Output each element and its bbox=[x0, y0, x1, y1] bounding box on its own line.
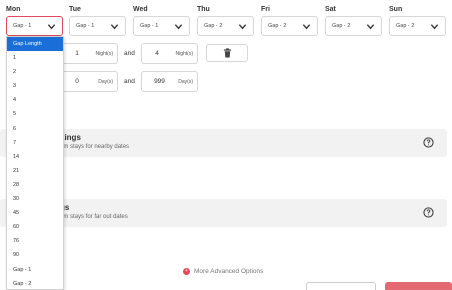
section-subtitle: em stays for nearby dates bbox=[60, 144, 130, 150]
day-label-thu: Thu bbox=[197, 6, 210, 13]
dropdown-option[interactable]: 3 bbox=[7, 79, 63, 93]
dropdown-option[interactable]: Gap - 1 bbox=[7, 263, 63, 277]
dropdown-option[interactable]: 7 bbox=[7, 136, 63, 150]
chevron-down-icon bbox=[174, 24, 183, 30]
chevron-down-icon bbox=[302, 24, 311, 30]
dropdown-option[interactable]: Gap - 2 bbox=[7, 277, 63, 290]
max-days-unit: Day(s) bbox=[178, 79, 193, 85]
max-nights-value: 4 bbox=[155, 50, 159, 57]
dropdown-option[interactable]: 90 bbox=[7, 248, 63, 262]
dropdown-option[interactable]: 60 bbox=[7, 220, 63, 234]
day-label-fri: Fri bbox=[261, 6, 270, 13]
help-icon[interactable] bbox=[423, 207, 434, 218]
more-options-label: More Advanced Options bbox=[194, 268, 264, 275]
gap-select-sat[interactable]: Gap - 2 bbox=[325, 16, 382, 36]
dropdown-option[interactable]: 14 bbox=[7, 150, 63, 164]
day-label-sun: Sun bbox=[389, 6, 403, 13]
day-label-mon: Mon bbox=[6, 6, 21, 13]
gap-select-value: Gap - 2 bbox=[396, 23, 415, 29]
dropdown-option[interactable]: 28 bbox=[7, 178, 63, 192]
dropdown-option[interactable]: 21 bbox=[7, 164, 63, 178]
gap-select-sun[interactable]: Gap - 2 bbox=[389, 16, 446, 36]
chevron-down-icon bbox=[366, 24, 375, 30]
gap-select-value: Gap - 1 bbox=[13, 23, 32, 29]
gap-select-value: Gap - 2 bbox=[332, 23, 351, 29]
plus-icon: + bbox=[183, 268, 190, 275]
chevron-down-icon bbox=[47, 24, 56, 30]
gap-settings-panel: Mon Tue Wed Thu Fri Sat Sun Gap - 1 Gap … bbox=[0, 0, 452, 290]
help-icon[interactable] bbox=[423, 137, 434, 148]
gap-select-mon[interactable]: Gap - 1 bbox=[6, 16, 63, 36]
far-dates-section: gs em stays for far out dates bbox=[0, 199, 447, 227]
min-days-input[interactable]: 0 Day(s) bbox=[56, 71, 118, 92]
chevron-down-icon bbox=[110, 24, 119, 30]
dropdown-option[interactable]: Gap Length bbox=[7, 37, 63, 52]
min-nights-input[interactable]: 1 Night(s) bbox=[56, 43, 118, 64]
dropdown-option[interactable]: 1 bbox=[7, 51, 63, 65]
gap-select-wed[interactable]: Gap - 1 bbox=[133, 16, 190, 36]
day-label-tue: Tue bbox=[69, 6, 81, 13]
gap-select-value: Gap - 2 bbox=[268, 23, 287, 29]
max-nights-unit: Night(s) bbox=[175, 51, 193, 57]
gap-select-tue[interactable]: Gap - 1 bbox=[69, 16, 126, 36]
gap-select-thu[interactable]: Gap - 2 bbox=[197, 16, 254, 36]
chevron-down-icon bbox=[238, 24, 247, 30]
min-nights-unit: Night(s) bbox=[95, 51, 113, 57]
section-subtitle: em stays for far out dates bbox=[60, 214, 128, 220]
gap-select-value: Gap - 1 bbox=[76, 23, 95, 29]
gap-dropdown-menu: Gap Length 1 2 3 4 5 6 7 14 21 28 30 45 … bbox=[6, 36, 64, 290]
dropdown-option[interactable]: 76 bbox=[7, 234, 63, 248]
dropdown-option[interactable]: 5 bbox=[7, 107, 63, 121]
gap-select-value: Gap - 1 bbox=[140, 23, 159, 29]
gap-select-fri[interactable]: Gap - 2 bbox=[261, 16, 318, 36]
max-days-value: 999 bbox=[154, 78, 165, 85]
min-days-unit: Day(s) bbox=[98, 79, 113, 85]
dropdown-option[interactable]: 2 bbox=[7, 65, 63, 79]
max-days-input[interactable]: 999 Day(s) bbox=[141, 71, 198, 92]
delete-button[interactable] bbox=[206, 44, 248, 62]
secondary-button[interactable] bbox=[306, 282, 376, 290]
chevron-down-icon bbox=[430, 24, 439, 30]
dropdown-option[interactable]: 4 bbox=[7, 93, 63, 107]
trash-icon bbox=[223, 48, 231, 58]
dropdown-option[interactable]: 45 bbox=[7, 206, 63, 220]
nearby-dates-section: kings em stays for nearby dates bbox=[0, 129, 447, 157]
day-label-sat: Sat bbox=[325, 6, 336, 13]
max-nights-input[interactable]: 4 Night(s) bbox=[141, 43, 198, 64]
more-advanced-options-link[interactable]: + More Advanced Options bbox=[183, 268, 263, 275]
primary-button[interactable] bbox=[385, 282, 452, 290]
dropdown-option[interactable]: 6 bbox=[7, 122, 63, 136]
and-label: and bbox=[124, 78, 135, 85]
gap-select-value: Gap - 2 bbox=[204, 23, 223, 29]
day-label-wed: Wed bbox=[133, 6, 148, 13]
dropdown-option[interactable]: 30 bbox=[7, 192, 63, 206]
and-label: and bbox=[124, 50, 135, 57]
